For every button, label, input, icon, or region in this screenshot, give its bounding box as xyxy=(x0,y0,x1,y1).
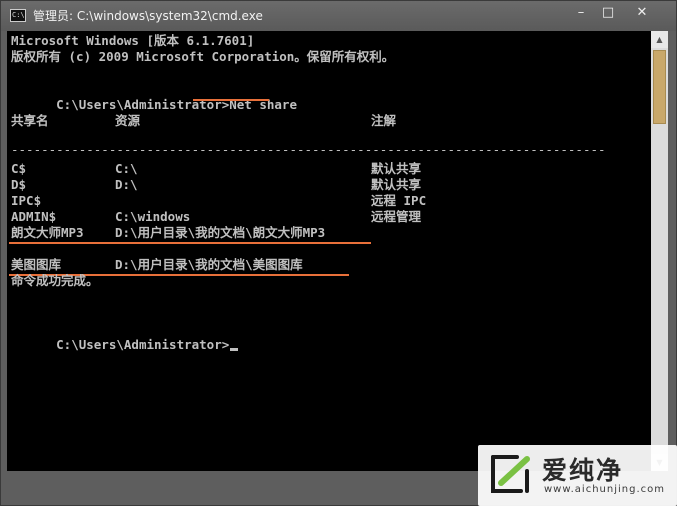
text-cursor xyxy=(230,348,239,351)
cmd-icon[interactable]: C:\ xyxy=(10,9,26,22)
watermark-brand: 爱纯净 xyxy=(542,456,624,485)
column-remark: 注解 xyxy=(371,113,397,128)
row-share-name: D$ xyxy=(11,177,27,192)
header-copyright: 版权所有 (c) 2009 Microsoft Corporation。保留所有… xyxy=(11,49,395,64)
watermark-logo-icon xyxy=(491,455,530,493)
separator-line: ----------------------------------------… xyxy=(11,142,606,157)
vertical-scrollbar[interactable]: ▲ ▼ xyxy=(651,31,668,471)
window-title: 管理员: C:\windows\system32\cmd.exe xyxy=(33,9,263,23)
row-resource: C:\windows xyxy=(115,209,191,224)
close-button[interactable]: ✕ xyxy=(631,4,653,22)
console-output[interactable]: Microsoft Windows [版本 6.1.7601] 版权所有 (c)… xyxy=(7,31,651,471)
table-row: C$ C:\ 默认共享 xyxy=(11,161,651,177)
column-headers: 共享名 资源 注解 xyxy=(11,113,651,129)
table-row: 美图图库 D:\用户目录\我的文档\美图图库 xyxy=(11,257,651,273)
watermark: 爱纯净 www.aichunjing.com xyxy=(478,445,677,506)
scroll-up-arrow-icon[interactable]: ▲ xyxy=(651,31,668,48)
command-line: C:\Users\Administrator>Net share xyxy=(11,81,297,112)
column-share-name: 共享名 xyxy=(11,113,49,128)
scroll-thumb[interactable] xyxy=(653,50,666,124)
header-version: Microsoft Windows [版本 6.1.7601] xyxy=(11,33,255,48)
column-resource: 资源 xyxy=(115,113,141,128)
row-share-name: ADMIN$ xyxy=(11,209,57,224)
row-remark: 远程 IPC xyxy=(371,193,427,208)
watermark-url: www.aichunjing.com xyxy=(544,484,665,495)
row-share-name: 美图图库 xyxy=(11,257,62,272)
maximize-button[interactable]: □ xyxy=(597,4,619,22)
row-remark: 默认共享 xyxy=(371,177,422,192)
final-prompt-line: C:\Users\Administrator> xyxy=(11,321,239,352)
row-remark: 默认共享 xyxy=(371,161,422,176)
row-resource: D:\用户目录\我的文档\美图图库 xyxy=(115,257,303,272)
completed-message: 命令成功完成。 xyxy=(11,273,99,288)
table-row: D$ D:\ 默认共享 xyxy=(11,177,651,193)
table-row: IPC$ 远程 IPC xyxy=(11,193,651,209)
row-resource: D:\用户目录\我的文档\朗文大师MP3 xyxy=(115,225,326,240)
row-share-name: 朗文大师MP3 xyxy=(11,225,84,240)
row-share-name: C$ xyxy=(11,161,27,176)
row-remark: 远程管理 xyxy=(371,209,422,224)
row-resource: C:\ xyxy=(115,161,138,176)
final-prompt: C:\Users\Administrator> xyxy=(56,337,230,352)
command-highlight xyxy=(193,99,269,101)
cmd-window: C:\ 管理员: C:\windows\system32\cmd.exe – □… xyxy=(0,0,677,506)
row-resource: D:\ xyxy=(115,177,138,192)
row-share-name: IPC$ xyxy=(11,193,42,208)
minimize-button[interactable]: – xyxy=(570,4,592,22)
table-row: 朗文大师MP3 D:\用户目录\我的文档\朗文大师MP3 xyxy=(11,225,651,241)
row-highlight xyxy=(9,242,371,244)
title-bar[interactable]: C:\ 管理员: C:\windows\system32\cmd.exe – □… xyxy=(1,1,676,31)
table-row: ADMIN$ C:\windows 远程管理 xyxy=(11,209,651,225)
